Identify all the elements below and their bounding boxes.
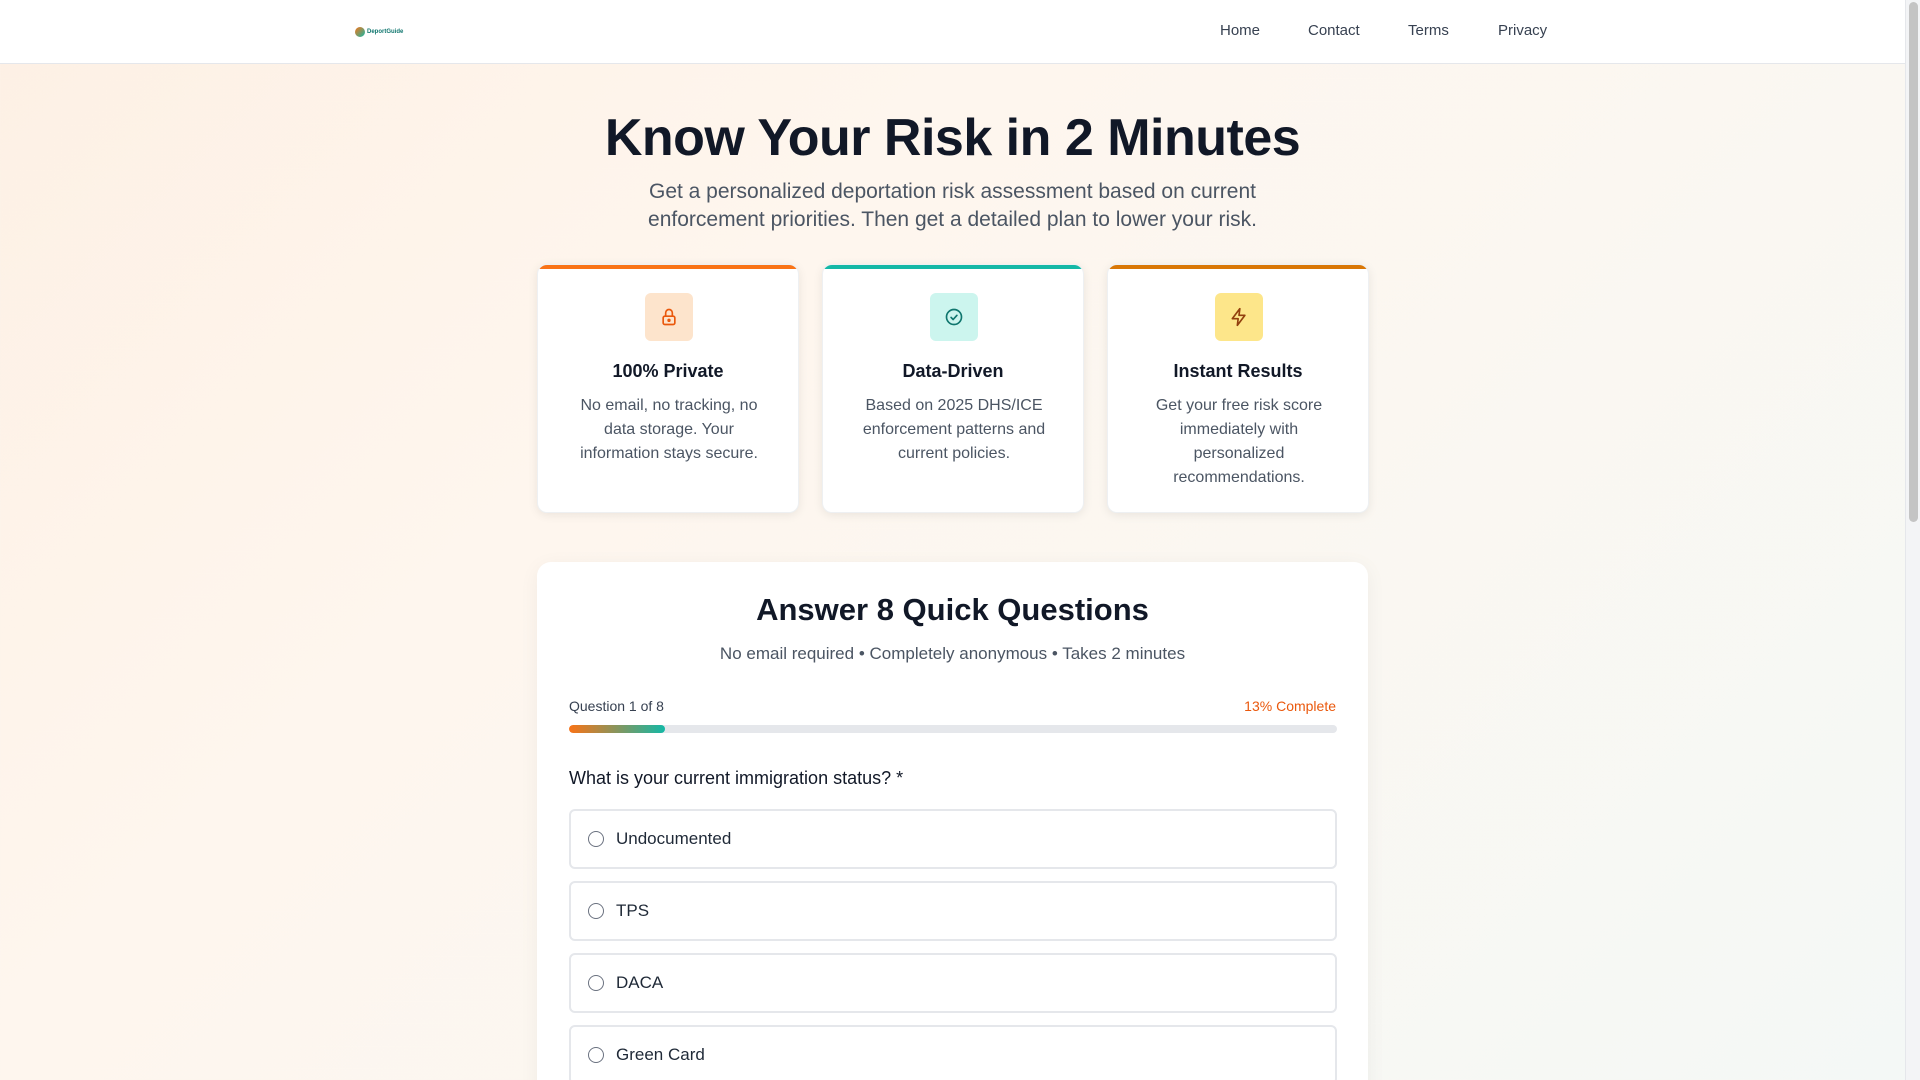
feature-accent-bar (1108, 265, 1368, 269)
option-green-card[interactable]: Green Card (569, 1025, 1337, 1080)
lightning-icon (1215, 293, 1263, 341)
nav-privacy-link[interactable]: Privacy (1498, 22, 1547, 39)
feature-description: Get your free risk score immediately wit… (1155, 397, 1323, 486)
option-label: TPS (616, 901, 650, 920)
option-label: Green Card (616, 1045, 705, 1064)
feature-accent-bar (538, 265, 798, 269)
radio-button[interactable] (588, 1047, 604, 1063)
radio-button[interactable] (588, 831, 604, 847)
quiz-title: Answer 8 Quick Questions (756, 592, 1149, 627)
nav-contact-link[interactable]: Contact (1308, 22, 1360, 39)
logo-icon (355, 27, 365, 37)
page-scrollbar[interactable] (1905, 0, 1920, 1080)
feature-accent-bar (823, 265, 1083, 269)
feature-title: Instant Results (1173, 361, 1303, 381)
feature-title: 100% Private (612, 361, 724, 381)
progress-label: Question 1 of 8 (569, 698, 664, 714)
quiz-card: Answer 8 Quick Questions No email requir… (537, 562, 1368, 1080)
progress-percent: 13% Complete (1244, 698, 1336, 714)
feature-card-instant-results: Instant Results Get your free risk score… (1107, 264, 1369, 513)
option-daca[interactable]: DACA (569, 953, 1337, 1013)
feature-description: No email, no tracking, no data storage. … (580, 397, 758, 462)
radio-button[interactable] (588, 903, 604, 919)
progress-bar (569, 725, 1337, 733)
check-circle-icon (930, 293, 978, 341)
feature-description: Based on 2025 DHS/ICE enforcement patter… (862, 397, 1046, 462)
quiz-subtitle: No email required • Completely anonymous… (719, 644, 1186, 663)
radio-button[interactable] (588, 975, 604, 991)
lock-icon (645, 293, 693, 341)
site-logo[interactable]: DeportGuide (355, 26, 403, 38)
hero-title: Know Your Risk in 2 Minutes (604, 109, 1301, 167)
option-undocumented[interactable]: Undocumented (569, 809, 1337, 869)
option-label: Undocumented (616, 829, 732, 848)
hero-subtitle: Get a personalized deportation risk asse… (648, 180, 1257, 231)
feature-card-private: 100% Private No email, no tracking, no d… (537, 264, 799, 513)
question-text: What is your current immigration status?… (569, 768, 904, 788)
nav-terms-link[interactable]: Terms (1408, 22, 1449, 39)
progress-bar-fill (569, 725, 665, 733)
feature-title: Data-Driven (902, 361, 1004, 381)
option-label: DACA (616, 973, 664, 992)
option-tps[interactable]: TPS (569, 881, 1337, 941)
scrollbar-thumb[interactable] (1909, 2, 1918, 522)
nav-home-link[interactable]: Home (1220, 22, 1260, 39)
feature-card-data-driven: Data-Driven Based on 2025 DHS/ICE enforc… (822, 264, 1084, 513)
logo-text: DeportGuide (367, 29, 404, 35)
top-navbar: DeportGuide Home Contact Terms Privacy (0, 0, 1905, 64)
